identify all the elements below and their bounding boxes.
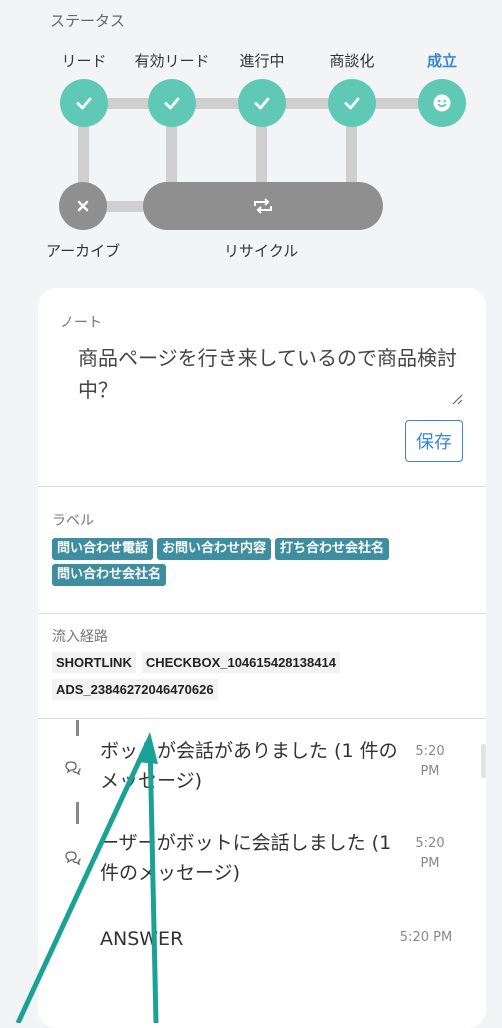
annotation-arrows: [15, 732, 159, 1023]
